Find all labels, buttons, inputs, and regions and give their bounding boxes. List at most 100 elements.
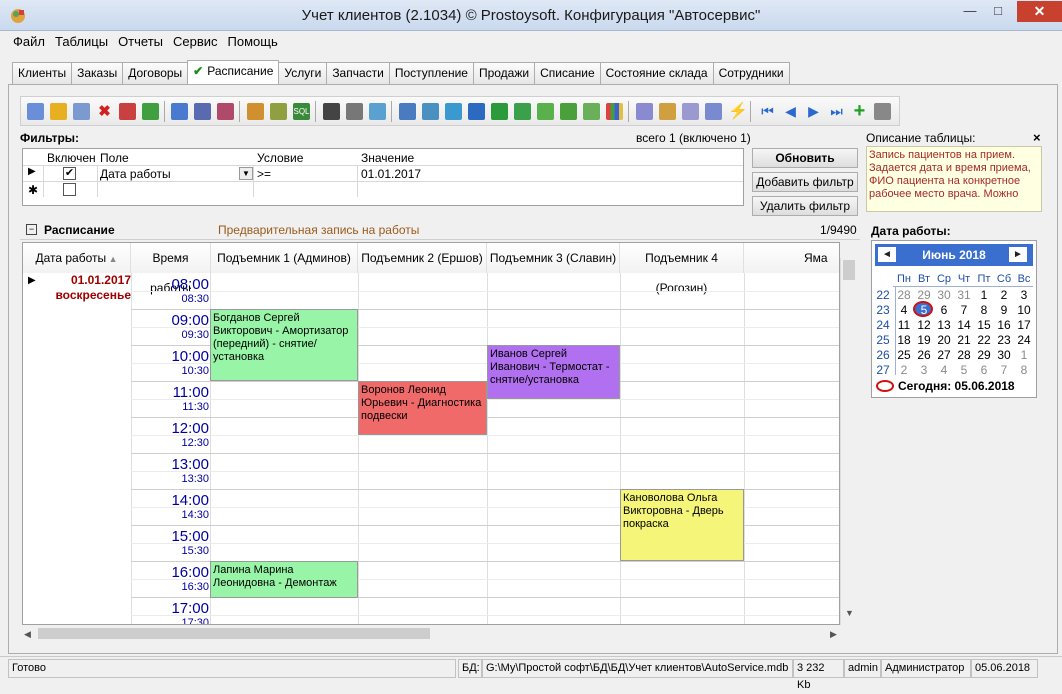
appointment-block[interactable]: Кановолова Ольга Викторовна - Дверь покр… <box>620 489 744 561</box>
binoculars-icon[interactable] <box>323 103 340 120</box>
calendar-day[interactable]: 4 <box>934 363 954 377</box>
menu-service[interactable]: Сервис <box>168 32 223 52</box>
tab-schedule[interactable]: ✔ Расписание <box>187 60 280 84</box>
tab-clients[interactable]: Клиенты <box>12 62 73 84</box>
print-icon[interactable] <box>346 103 363 120</box>
calendar-day[interactable]: 2 <box>894 363 914 377</box>
calendar-day[interactable]: 16 <box>994 318 1014 332</box>
calendar-day[interactable]: 4 <box>894 303 914 317</box>
calendar-day[interactable]: 25 <box>894 348 914 362</box>
tab-staff[interactable]: Сотрудники <box>712 62 790 84</box>
appointment-block[interactable]: Лапина Марина Леонидовна - Демонтаж <box>210 561 358 598</box>
lightning-icon[interactable]: ⚡ <box>728 103 748 120</box>
delete-all-icon[interactable] <box>119 103 136 120</box>
export-word-icon[interactable] <box>399 103 416 120</box>
calendar-day[interactable]: 2 <box>994 288 1014 302</box>
calendar-day[interactable]: 15 <box>974 318 994 332</box>
calendar-day[interactable]: 30 <box>934 288 954 302</box>
export-dbf-icon[interactable] <box>583 103 600 120</box>
refresh-icon[interactable] <box>142 103 159 120</box>
export-doc-icon[interactable] <box>422 103 439 120</box>
today-label[interactable]: Сегодня: 05.06.2018 <box>898 379 1015 393</box>
header-date[interactable]: Дата работы ▲ <box>23 243 131 273</box>
calendar-day[interactable]: 5 <box>954 363 974 377</box>
save-icon[interactable] <box>27 103 44 120</box>
tab-writeoff[interactable]: Списание <box>534 62 601 84</box>
filter-value-input[interactable]: 01.01.2017 <box>361 167 421 181</box>
export-html-icon[interactable] <box>445 103 462 120</box>
export-xml-icon[interactable] <box>560 103 577 120</box>
calendar-day[interactable]: 8 <box>1014 363 1034 377</box>
calendar-day[interactable]: 8 <box>974 303 994 317</box>
calendar-day[interactable]: 3 <box>1014 288 1034 302</box>
tab-orders[interactable]: Заказы <box>71 62 124 84</box>
tab-receipts[interactable]: Поступление <box>388 62 474 84</box>
preview-icon[interactable] <box>369 103 386 120</box>
export-w-icon[interactable] <box>468 103 485 120</box>
chevron-down-icon[interactable]: ▼ <box>239 167 253 180</box>
post-record-icon[interactable] <box>874 103 891 120</box>
menu-reports[interactable]: Отчеты <box>113 32 168 52</box>
header-time[interactable]: Время работы <box>131 243 211 295</box>
columns-icon[interactable] <box>705 103 722 120</box>
filter-remove-icon[interactable] <box>217 103 234 120</box>
scroll-down-icon[interactable]: ▼ <box>845 608 854 618</box>
appointment-block[interactable]: Иванов Сергей Иванович - Термостат - сня… <box>487 345 620 399</box>
first-record-icon[interactable]: ⏮ <box>759 103 776 120</box>
scroll-left-icon[interactable]: ◀ <box>24 629 31 640</box>
filter-icon[interactable] <box>171 103 188 120</box>
appointment-block[interactable]: Богданов Сергей Викторович - Амортизатор… <box>210 309 358 381</box>
table-icon[interactable] <box>682 103 699 120</box>
import-icon[interactable] <box>636 103 653 120</box>
calendar-day[interactable]: 1 <box>974 288 994 302</box>
calendar-day[interactable]: 1 <box>1014 348 1034 362</box>
tab-services[interactable]: Услуги <box>278 62 328 84</box>
calendar-day[interactable]: 23 <box>994 333 1014 347</box>
calendar-day[interactable]: 29 <box>974 348 994 362</box>
filter-condition-value[interactable]: >= <box>257 167 271 181</box>
copy-icon[interactable] <box>73 103 90 120</box>
calendar-day[interactable]: 6 <box>974 363 994 377</box>
export-txt-icon[interactable] <box>537 103 554 120</box>
header-lift3[interactable]: Подъемник 3 (Славин) <box>487 243 620 273</box>
calendar-day[interactable]: 20 <box>934 333 954 347</box>
calendar-day[interactable]: 18 <box>894 333 914 347</box>
tab-sales[interactable]: Продажи <box>472 62 536 84</box>
scroll-thumb[interactable] <box>38 628 430 639</box>
calendar-day[interactable]: 21 <box>954 333 974 347</box>
filter-field-value[interactable]: Дата работы <box>100 167 171 181</box>
calendar-day[interactable]: 3 <box>914 363 934 377</box>
maximize-icon[interactable]: □ <box>985 1 1011 21</box>
calendar-day[interactable]: 14 <box>954 318 974 332</box>
report-icon[interactable] <box>659 103 676 120</box>
header-lift4[interactable]: Подъемник 4 (Рогозин) <box>620 243 744 295</box>
vertical-scrollbar[interactable]: ▼ <box>840 258 857 625</box>
calendar-day[interactable]: 17 <box>1014 318 1034 332</box>
calendar-day[interactable]: 9 <box>994 303 1014 317</box>
appointment-block[interactable]: Воронов Леонид Юрьевич - Диагностика под… <box>358 381 487 435</box>
calendar-day[interactable]: 19 <box>914 333 934 347</box>
export-excel-icon[interactable] <box>491 103 508 120</box>
calendar-day[interactable]: 13 <box>934 318 954 332</box>
refresh-button[interactable]: Обновить <box>752 148 858 168</box>
calendar-day[interactable]: 5 <box>914 303 934 317</box>
filter-enabled-checkbox[interactable]: ✔ <box>63 167 76 180</box>
calendar-day[interactable]: 7 <box>994 363 1014 377</box>
calendar-day[interactable]: 29 <box>914 288 934 302</box>
export-csv-icon[interactable] <box>514 103 531 120</box>
menu-file[interactable]: Файл <box>8 32 50 52</box>
header-lift5[interactable]: Яма <box>744 243 839 273</box>
header-lift1[interactable]: Подъемник 1 (Админов) <box>211 243 358 273</box>
tab-stock[interactable]: Состояние склада <box>599 62 714 84</box>
menu-tables[interactable]: Таблицы <box>50 32 113 52</box>
add-record-icon[interactable]: + <box>851 101 868 121</box>
close-icon[interactable]: × <box>1033 130 1041 145</box>
menu-help[interactable]: Помощь <box>223 32 283 52</box>
filter-clear-icon[interactable] <box>194 103 211 120</box>
remove-filter-button[interactable]: Удалить фильтр <box>752 196 858 216</box>
horizontal-scrollbar[interactable]: ◀ ▶ <box>22 625 857 642</box>
filter-new-checkbox[interactable] <box>63 183 76 196</box>
next-record-icon[interactable]: ▶ <box>805 103 822 120</box>
calendar-day[interactable]: 28 <box>894 288 914 302</box>
calendar-day[interactable]: 6 <box>934 303 954 317</box>
